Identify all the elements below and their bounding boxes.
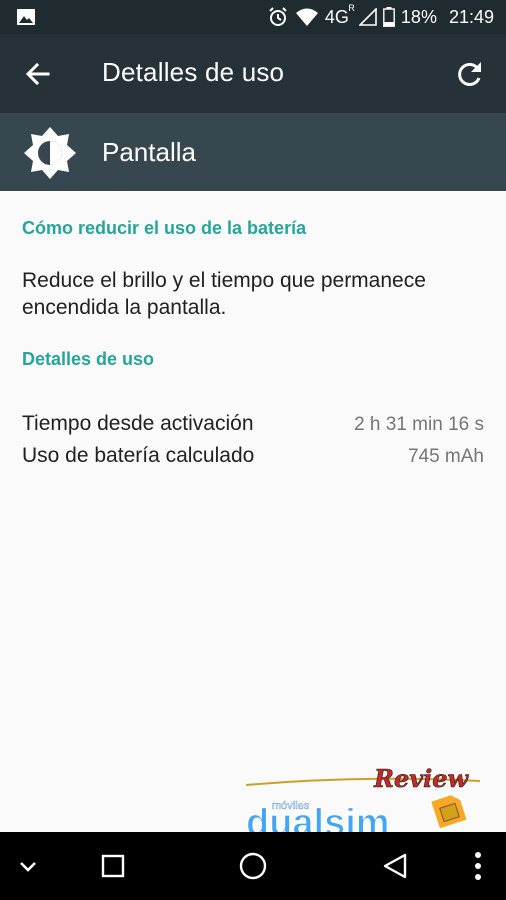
chevron-down-icon (20, 862, 36, 872)
detail-value: 745 mAh (407, 446, 484, 467)
clock: 21:49 (448, 6, 494, 27)
menu-button[interactable] (458, 846, 498, 886)
detail-label: Uso de batería calculado (22, 444, 255, 467)
toolbar: Detalles de uso (0, 34, 506, 113)
detail-label: Tiempo desde activación (22, 412, 254, 435)
detail-row: Tiempo desde activación 2 h 31 min 16 s (22, 412, 484, 436)
brightness-icon (24, 127, 76, 179)
status-bar: 4G R 18% 21:49 (0, 0, 506, 34)
back-arrow-icon[interactable] (22, 58, 54, 90)
navigation-bar (0, 832, 506, 900)
page-title: Detalles de uso (102, 57, 285, 87)
refresh-icon[interactable] (454, 58, 486, 90)
home-button[interactable] (233, 846, 273, 886)
battery-icon (383, 7, 395, 27)
watermark-review-text: Review (373, 765, 470, 793)
sim-card-icon (428, 793, 470, 831)
reduce-usage-heading: Cómo reducir el uso de la batería (22, 218, 307, 238)
recents-button[interactable] (93, 846, 133, 886)
battery-percent: 18% (400, 6, 437, 27)
home-icon (239, 852, 267, 880)
reduce-usage-tip: Reduce el brillo y el tiempo que permane… (22, 269, 426, 319)
gallery-notification-icon (17, 9, 35, 25)
detail-value: 2 h 31 min 16 s (354, 414, 484, 435)
back-button[interactable] (375, 846, 415, 886)
usage-details-heading: Detalles de uso (22, 349, 155, 369)
signal-icon (358, 8, 377, 26)
app-header: Pantalla (0, 113, 506, 191)
dualsim-review-watermark: Review móviles dualsim (244, 764, 484, 845)
status-icons: 4G R 18% 21:49 (267, 0, 494, 34)
back-triangle-icon (383, 853, 407, 879)
usage-details-content: Cómo reducir el uso de la batería Reduce… (0, 191, 506, 832)
alarm-icon (269, 7, 287, 26)
recents-icon (101, 854, 125, 878)
detail-row: Uso de batería calculado 745 mAh (22, 444, 484, 468)
network-type: 4G R (324, 2, 355, 27)
app-name: Pantalla (102, 137, 196, 167)
more-vert-icon (475, 852, 481, 880)
wifi-icon (295, 8, 318, 26)
hide-navbar-button[interactable] (8, 846, 48, 886)
